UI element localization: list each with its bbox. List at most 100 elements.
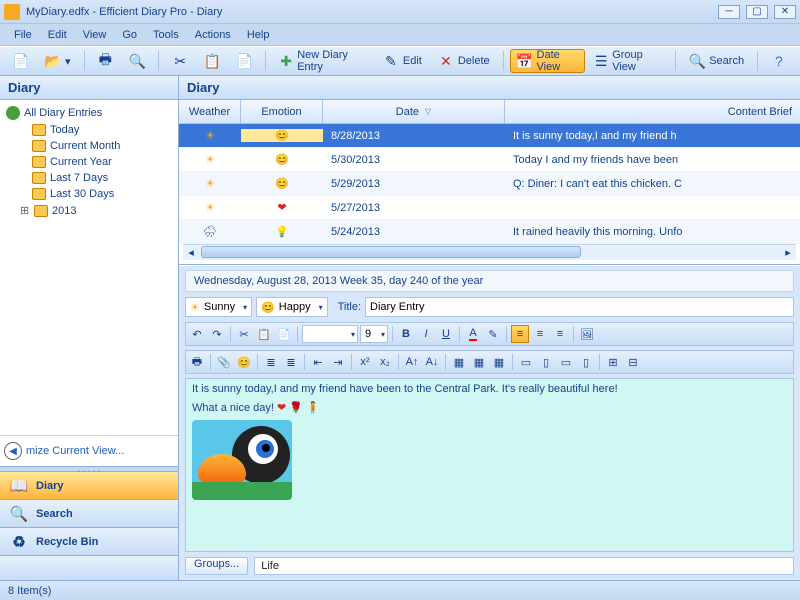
bold-button[interactable]: B — [397, 325, 415, 343]
date-cell: 5/24/2013 — [323, 226, 505, 238]
horizontal-scrollbar[interactable]: ◂ ▸ — [183, 244, 796, 260]
print-button[interactable]: 🖶 — [188, 353, 206, 371]
scroll-left-icon[interactable]: ◂ — [183, 245, 199, 259]
open-button[interactable]: 📂▾ — [38, 49, 78, 73]
italic-button[interactable]: I — [417, 325, 435, 343]
insert-row-button[interactable]: ▭ — [517, 353, 535, 371]
sidebar: Diary All Diary Entries Today Current Mo… — [0, 76, 179, 580]
col-emotion[interactable]: Emotion — [241, 100, 323, 123]
weather-combo[interactable]: ☀Sunny▾ — [185, 297, 252, 317]
grid-row[interactable]: ☀ ❤ 5/27/2013 — [179, 196, 800, 220]
grid-row[interactable]: 🌧 💡 5/24/2013 It rained heavily this mor… — [179, 220, 800, 244]
cut-button[interactable]: ✂ — [165, 49, 195, 73]
tree-today[interactable]: Today — [4, 122, 174, 138]
content-header: Diary — [179, 76, 800, 100]
menu-file[interactable]: File — [6, 27, 40, 43]
paste-button[interactable]: 📄 — [229, 49, 259, 73]
delete-col-button[interactable]: ▯ — [577, 353, 595, 371]
editor-pane: Wednesday, August 28, 2013 Week 35, day … — [179, 265, 800, 580]
indent-button[interactable]: ⇥ — [329, 353, 347, 371]
new-diary-entry-button[interactable]: ✚New Diary Entry — [272, 49, 374, 73]
nav-diary[interactable]: 📖Diary — [0, 472, 178, 500]
align-right-button[interactable]: ≡ — [551, 325, 569, 343]
tree-last-30-days[interactable]: Last 30 Days — [4, 186, 174, 202]
align-center-button[interactable]: ≡ — [531, 325, 549, 343]
group-view-button[interactable]: ☰Group View — [587, 49, 669, 73]
edit-entry-button[interactable]: ✎Edit — [376, 49, 429, 73]
merge-button[interactable]: ⊞ — [604, 353, 622, 371]
table-btn2[interactable]: ▦ — [470, 353, 488, 371]
menu-view[interactable]: View — [75, 27, 115, 43]
print-preview-button[interactable]: 🔍 — [122, 49, 152, 73]
maximize-button[interactable]: ▢ — [746, 5, 768, 19]
number-list-button[interactable]: ≣ — [282, 353, 300, 371]
print-button[interactable]: 🖶 — [90, 49, 120, 73]
grid-row[interactable]: ☀ 😊 8/28/2013 It is sunny today,I and my… — [179, 124, 800, 148]
customize-view-link[interactable]: ◀ mize Current View... — [0, 435, 178, 466]
increase-font-button[interactable]: A↑ — [403, 353, 421, 371]
tree-last-7-days[interactable]: Last 7 Days — [4, 170, 174, 186]
title-bar: MyDiary.edfx - Efficient Diary Pro - Dia… — [0, 0, 800, 24]
outdent-button[interactable]: ⇤ — [309, 353, 327, 371]
content-area: Diary Weather Emotion Date▽ Content Brie… — [179, 76, 800, 580]
insert-image-button[interactable]: 🖼 — [578, 325, 596, 343]
tree-all-entries[interactable]: All Diary Entries — [4, 104, 174, 122]
font-family-combo[interactable] — [302, 325, 358, 343]
insert-col-button[interactable]: ▯ — [537, 353, 555, 371]
bullet-list-button[interactable]: ≣ — [262, 353, 280, 371]
emoji-button[interactable]: 😊 — [235, 353, 253, 371]
split-button[interactable]: ⊟ — [624, 353, 642, 371]
groups-button[interactable]: Groups... — [185, 557, 248, 575]
table-btn3[interactable]: ▦ — [490, 353, 508, 371]
title-input[interactable] — [365, 297, 794, 317]
emotion-combo[interactable]: 😊Happy▾ — [256, 297, 328, 317]
menu-go[interactable]: Go — [114, 27, 145, 43]
expand-icon[interactable]: ⊞ — [20, 204, 30, 217]
close-button[interactable]: ✕ — [774, 5, 796, 19]
paste-button[interactable]: 📄 — [275, 325, 293, 343]
help-button[interactable]: ? — [764, 49, 794, 73]
nav-search[interactable]: 🔍Search — [0, 500, 178, 528]
redo-button[interactable]: ↷ — [208, 325, 226, 343]
cut-button[interactable]: ✂ — [235, 325, 253, 343]
new-file-button[interactable]: 📄 — [6, 49, 36, 73]
menu-edit[interactable]: Edit — [40, 27, 75, 43]
col-date[interactable]: Date▽ — [323, 100, 505, 123]
grid-row[interactable]: ☀ 😊 5/29/2013 Q: Diner: I can't eat this… — [179, 172, 800, 196]
decrease-font-button[interactable]: A↓ — [423, 353, 441, 371]
title-label: Title: — [338, 301, 361, 313]
search-button[interactable]: 🔍Search — [682, 49, 751, 73]
date-view-button[interactable]: 📅Date View — [510, 49, 586, 73]
menu-tools[interactable]: Tools — [145, 27, 187, 43]
grid-row[interactable]: ☀ 😊 5/30/2013 Today I and my friends hav… — [179, 148, 800, 172]
tree-current-month[interactable]: Current Month — [4, 138, 174, 154]
menu-actions[interactable]: Actions — [187, 27, 239, 43]
delete-row-button[interactable]: ▭ — [557, 353, 575, 371]
col-content-brief[interactable]: Content Brief — [505, 100, 800, 123]
globe-icon — [6, 106, 20, 120]
nav-recycle-bin[interactable]: ♻Recycle Bin — [0, 528, 178, 556]
font-size-combo[interactable]: 9 — [360, 325, 388, 343]
diary-grid: Weather Emotion Date▽ Content Brief ☀ 😊 … — [179, 100, 800, 265]
editor-textarea[interactable]: It is sunny today,I and my friend have b… — [185, 378, 794, 552]
groups-value[interactable]: Life — [254, 557, 794, 575]
font-color-button[interactable]: A — [464, 325, 482, 343]
tree-current-year[interactable]: Current Year — [4, 154, 174, 170]
menu-help[interactable]: Help — [239, 27, 278, 43]
undo-button[interactable]: ↶ — [188, 325, 206, 343]
col-weather[interactable]: Weather — [179, 100, 241, 123]
superscript-button[interactable]: x² — [356, 353, 374, 371]
subscript-button[interactable]: x₂ — [376, 353, 394, 371]
scroll-right-icon[interactable]: ▸ — [780, 245, 796, 259]
minimize-button[interactable]: ─ — [718, 5, 740, 19]
copy-button[interactable]: 📋 — [197, 49, 227, 73]
table-button[interactable]: ▦ — [450, 353, 468, 371]
attach-button[interactable]: 📎 — [215, 353, 233, 371]
tree-2013[interactable]: ⊞2013 — [4, 202, 174, 219]
delete-entry-button[interactable]: ✕Delete — [431, 49, 497, 73]
underline-button[interactable]: U — [437, 325, 455, 343]
align-left-button[interactable]: ≡ — [511, 325, 529, 343]
highlight-button[interactable]: ✎ — [484, 325, 502, 343]
scroll-thumb[interactable] — [201, 246, 581, 258]
copy-button[interactable]: 📋 — [255, 325, 273, 343]
